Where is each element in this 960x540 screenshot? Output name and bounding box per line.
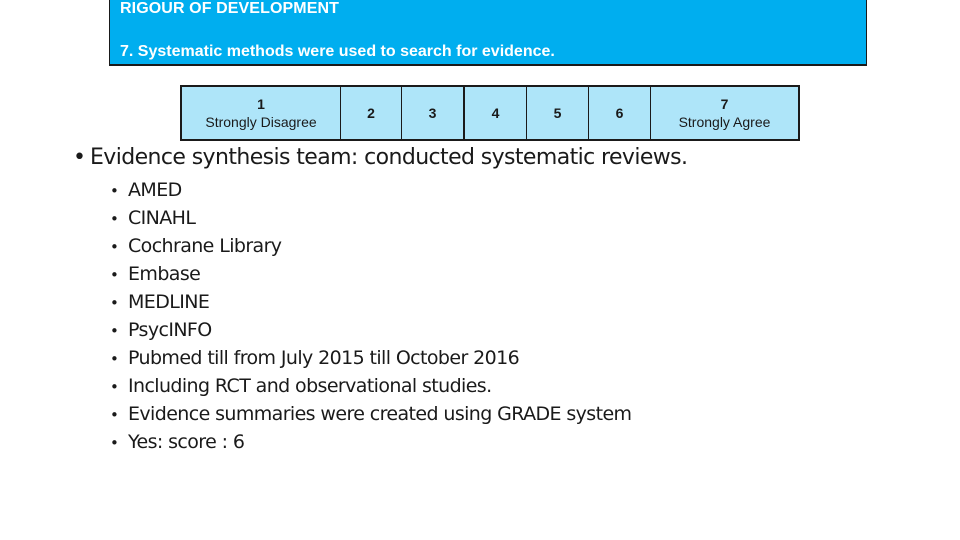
section-title: RIGOUR OF DEVELOPMENT <box>120 0 339 17</box>
bullet-icon: • <box>110 350 119 368</box>
list-item-text: Including RCT and observational studies. <box>128 375 492 397</box>
bullet-icon: • <box>110 182 119 200</box>
criterion-question: 7. Systematic methods were used to searc… <box>120 43 555 60</box>
section-header-box: RIGOUR OF DEVELOPMENT 7. Systematic meth… <box>109 0 867 66</box>
bullet-icon: • <box>73 145 86 170</box>
bullet-icon: • <box>110 406 119 424</box>
list-item: • MEDLINE <box>110 288 631 316</box>
likert-scale: 1 Strongly Disagree 2 3 4 5 6 7 Strongly… <box>180 85 800 141</box>
scale-value: 2 <box>367 104 375 121</box>
bullet-icon: • <box>110 266 119 284</box>
list-item: • Including RCT and observational studies… <box>110 372 631 400</box>
list-item: • PsycINFO <box>110 316 631 344</box>
bullet-icon: • <box>110 378 119 396</box>
list-item: • AMED <box>110 176 631 204</box>
bullet-icon: • <box>110 294 119 312</box>
list-item-text: Evidence summaries were created using GR… <box>128 403 632 425</box>
scale-option-5: 5 <box>527 87 589 139</box>
list-item: • Yes: score : 6 <box>110 428 631 456</box>
scale-value: 3 <box>428 104 437 121</box>
scale-value: 6 <box>615 104 624 121</box>
list-item-text: MEDLINE <box>128 291 210 313</box>
main-bullet-text: Evidence synthesis team: conducted syste… <box>90 145 688 170</box>
scale-option-1: 1 Strongly Disagree <box>182 87 341 139</box>
scale-value: 1 <box>257 95 265 112</box>
list-item-text: Yes: score : 6 <box>128 431 245 453</box>
main-bullet-point: • Evidence synthesis team: conducted syst… <box>73 145 688 170</box>
scale-label: Strongly Disagree <box>205 113 317 130</box>
scale-option-4: 4 <box>465 87 527 139</box>
scale-label: Strongly Agree <box>678 113 771 130</box>
scale-option-2: 2 <box>341 87 402 139</box>
list-item: • CINAHL <box>110 204 631 232</box>
scale-value: 4 <box>491 104 500 121</box>
list-item-text: PsycINFO <box>128 319 212 341</box>
list-item-text: AMED <box>128 179 182 201</box>
list-item-text: Pubmed till from July 2015 till October … <box>128 347 520 369</box>
database-list: • AMED • CINAHL • Cochrane Library • Embase … <box>110 176 632 456</box>
scale-value: 5 <box>553 104 562 121</box>
list-item: • Pubmed till from July 2015 till October… <box>110 344 631 372</box>
scale-option-3: 3 <box>402 87 465 139</box>
scale-option-6: 6 <box>589 87 651 139</box>
scale-value: 7 <box>720 95 729 112</box>
list-item: • Evidence summaries were created using G… <box>110 400 632 428</box>
list-item-text: Embase <box>128 263 201 285</box>
list-item: • Embase <box>110 260 631 288</box>
list-item-text: CINAHL <box>128 207 196 229</box>
list-item-text: Cochrane Library <box>128 235 282 257</box>
bullet-icon: • <box>110 434 119 452</box>
list-item: • Cochrane Library <box>110 232 631 260</box>
scale-option-7: 7 Strongly Agree <box>651 87 798 139</box>
bullet-icon: • <box>110 238 119 256</box>
bullet-icon: • <box>110 322 119 340</box>
bullet-icon: • <box>110 210 119 228</box>
